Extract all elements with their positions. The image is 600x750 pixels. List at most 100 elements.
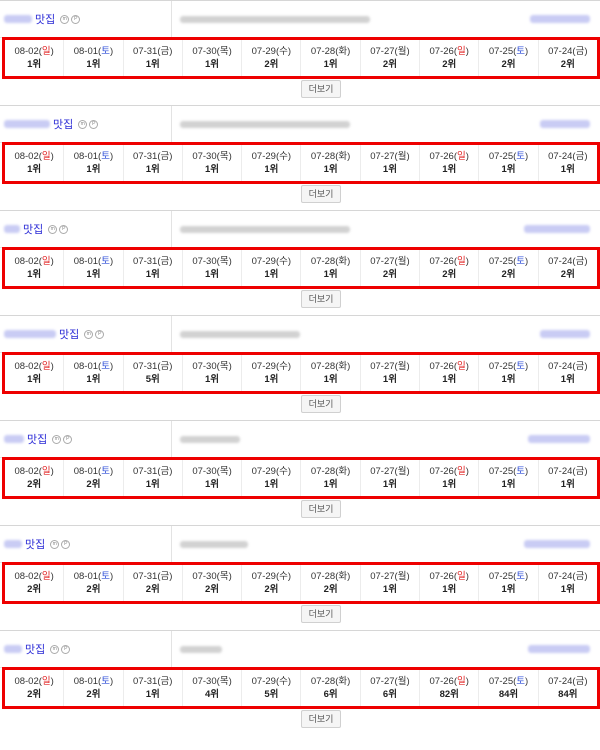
date-value: 07-25	[488, 46, 514, 57]
place-name-redacted[interactable]	[524, 220, 590, 238]
keyword-cell[interactable]: 맛집 m P	[0, 421, 172, 457]
rank-cell: 07-27(월) 1위	[361, 460, 421, 496]
day-of-week: 금	[160, 46, 170, 57]
date-value: 07-29	[251, 361, 276, 372]
rank-cell: 07-28(화) 1위	[301, 250, 361, 286]
rank-cell: 07-27(월) 1위	[361, 145, 421, 181]
more-button[interactable]: 더보기	[301, 500, 341, 518]
day-of-week: 화	[338, 151, 348, 162]
rank-value: 1위	[442, 374, 457, 385]
rank-value: 1위	[145, 59, 160, 70]
date-value: 07-26	[429, 676, 454, 687]
rank-cell: 07-26(일) 1위	[420, 460, 480, 496]
day-of-week: 수	[279, 361, 288, 372]
date-label: 08-02(일)	[14, 571, 54, 582]
day-of-week: 토	[101, 256, 110, 267]
date-value: 07-27	[370, 151, 395, 162]
date-value: 07-28	[310, 571, 336, 582]
rank-cell: 07-27(월) 2위	[361, 250, 421, 286]
date-value: 07-25	[488, 676, 514, 687]
date-value: 07-31	[133, 46, 158, 57]
keyword-suffix[interactable]: 맛집	[35, 11, 55, 27]
place-name-redacted[interactable]	[540, 325, 590, 343]
date-value: 07-26	[429, 466, 454, 477]
rank-value: 1위	[86, 59, 101, 70]
rank-cell: 07-29(수) 2위	[242, 565, 302, 601]
day-of-week: 금	[575, 256, 585, 267]
date-value: 08-02	[14, 361, 39, 372]
url-redacted[interactable]	[180, 220, 350, 238]
url-redacted[interactable]	[180, 325, 300, 343]
url-redacted[interactable]	[180, 10, 370, 28]
rank-value: 5위	[264, 689, 279, 700]
rank-value: 1위	[323, 59, 338, 70]
keyword-suffix[interactable]: 맛집	[53, 116, 73, 132]
place-name-redacted[interactable]	[524, 535, 590, 553]
keyword-suffix[interactable]: 맛집	[59, 326, 79, 342]
more-button[interactable]: 더보기	[301, 80, 341, 98]
more-button[interactable]: 더보기	[301, 290, 341, 308]
place-name-redacted[interactable]	[540, 115, 590, 133]
rank-value: 1위	[264, 374, 279, 385]
day-of-week: 토	[516, 256, 526, 267]
day-of-week: 금	[160, 256, 170, 267]
rank-value: 1위	[145, 689, 160, 700]
date-value: 07-27	[370, 361, 395, 372]
day-of-week: 일	[41, 256, 51, 267]
keyword-cell[interactable]: 맛집 m P	[0, 526, 172, 562]
rank-value: 1위	[145, 164, 160, 175]
place-name-redacted[interactable]	[528, 430, 590, 448]
day-of-week: 수	[279, 46, 288, 57]
keyword-suffix[interactable]: 맛집	[25, 536, 45, 552]
keyword-cell[interactable]: 맛집 m P	[0, 106, 172, 142]
keyword-cell[interactable]: 맛집 m P	[0, 316, 172, 352]
date-label: 07-25(토)	[488, 676, 529, 687]
place-name-redacted[interactable]	[528, 640, 590, 658]
rank-value: 2위	[264, 584, 279, 595]
rank-value: 1위	[86, 164, 101, 175]
keyword-suffix[interactable]: 맛집	[27, 431, 47, 447]
more-button[interactable]: 더보기	[301, 710, 341, 728]
badge-icons: mP	[58, 14, 81, 24]
url-redacted[interactable]	[180, 640, 222, 658]
keyword-header: 맛집 m P	[0, 105, 600, 143]
rank-cell: 08-01(토) 1위	[64, 40, 124, 76]
day-of-week: 토	[516, 676, 526, 687]
more-button[interactable]: 더보기	[301, 185, 341, 203]
keyword-cell[interactable]: 맛집 m P	[0, 1, 172, 37]
day-of-week: 금	[160, 466, 170, 477]
pc-badge-icon: P	[61, 644, 71, 654]
rank-cell: 07-25(토) 1위	[479, 565, 539, 601]
url-redacted[interactable]	[180, 535, 248, 553]
rank-value: 1위	[205, 59, 220, 70]
rank-cell: 07-29(수) 2위	[242, 40, 302, 76]
keyword-cell[interactable]: 맛집 m P	[0, 631, 172, 667]
rank-cell: 07-24(금) 1위	[539, 355, 597, 391]
rank-value: 1위	[27, 269, 42, 280]
rank-cell: 07-26(일) 1위	[420, 565, 480, 601]
date-value: 07-30	[192, 571, 217, 582]
keyword-cell[interactable]: 맛집 m P	[0, 211, 172, 247]
day-of-week: 토	[516, 466, 526, 477]
url-redacted[interactable]	[180, 430, 240, 448]
place-name-redacted[interactable]	[530, 10, 590, 28]
url-redacted[interactable]	[180, 115, 350, 133]
date-label: 07-26(일)	[429, 571, 469, 582]
more-button[interactable]: 더보기	[301, 395, 341, 413]
rank-value: 2위	[501, 269, 516, 280]
date-value: 07-31	[133, 571, 158, 582]
keyword-suffix[interactable]: 맛집	[25, 641, 45, 657]
pc-badge-icon: P	[59, 224, 69, 234]
rank-cell: 07-30(목) 4위	[183, 670, 243, 706]
date-label: 07-24(금)	[548, 571, 588, 582]
day-of-week: 일	[457, 151, 466, 162]
date-label: 07-28(화)	[310, 46, 351, 57]
keyword-header: 맛집 m P	[0, 630, 600, 668]
day-of-week: 토	[516, 571, 526, 582]
rank-value: 1위	[323, 269, 338, 280]
more-button[interactable]: 더보기	[301, 605, 341, 623]
date-label: 07-24(금)	[548, 256, 588, 267]
rank-value: 1위	[86, 269, 101, 280]
rank-cell: 07-31(금) 1위	[124, 145, 183, 181]
keyword-suffix[interactable]: 맛집	[23, 221, 43, 237]
